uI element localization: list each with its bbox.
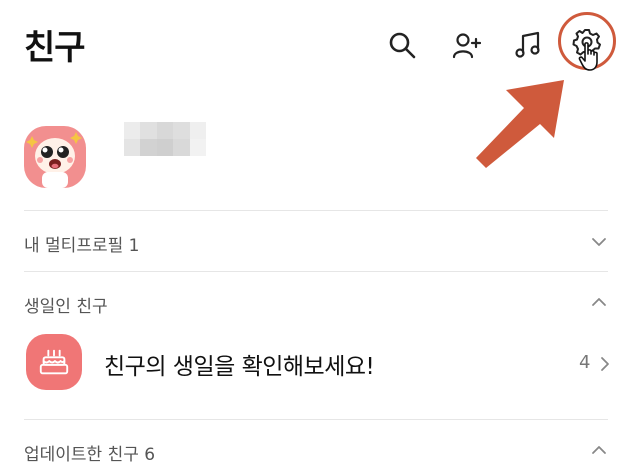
birthday-section-label[interactable]: 생일인 친구 <box>24 292 108 317</box>
avatar[interactable] <box>24 126 86 188</box>
hand-cursor-icon <box>578 42 602 72</box>
chevron-down-icon[interactable] <box>590 233 608 255</box>
divider <box>24 210 608 211</box>
search-icon[interactable] <box>382 25 422 65</box>
divider <box>24 271 608 272</box>
annotation-arrow-icon <box>472 72 572 172</box>
page-title: 친구 <box>24 28 86 68</box>
chevron-up-icon[interactable] <box>590 441 608 463</box>
peach-character-avatar <box>26 132 82 188</box>
multiprofile-section-label[interactable]: 내 멀티프로필 1 <box>24 231 139 256</box>
add-friend-icon[interactable] <box>446 25 486 65</box>
profile-name-redacted[interactable] <box>124 122 206 156</box>
birthday-count[interactable]: 4 <box>579 352 590 373</box>
updated-friends-section-label[interactable]: 업데이트한 친구 6 <box>24 440 155 465</box>
birthday-message[interactable]: 친구의 생일을 확인해보세요! <box>104 347 375 381</box>
music-icon[interactable] <box>508 25 548 65</box>
divider <box>24 419 608 420</box>
birthday-cake-icon[interactable] <box>26 334 82 390</box>
chevron-up-icon[interactable] <box>590 293 608 315</box>
chevron-right-icon[interactable] <box>596 355 614 377</box>
